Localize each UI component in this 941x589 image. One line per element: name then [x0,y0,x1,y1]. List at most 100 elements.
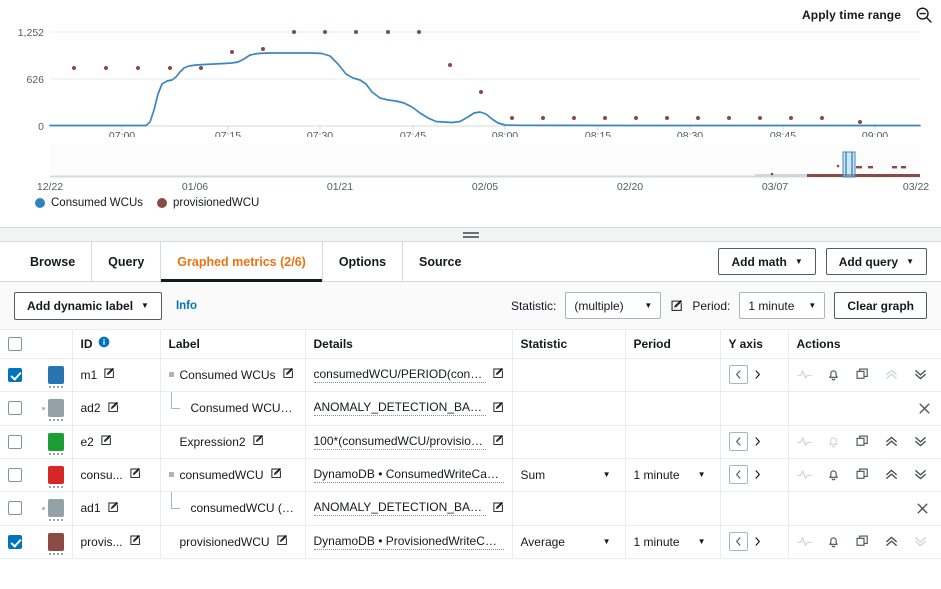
series-color-swatch[interactable] [48,466,64,484]
info-icon[interactable] [98,336,110,351]
info-link[interactable]: Info [176,300,197,312]
row-color-cell [34,425,72,458]
move-down-icon[interactable] [913,434,928,449]
alarm-icon[interactable] [826,467,841,482]
edit-id-icon[interactable] [129,534,141,549]
remove-icon[interactable] [915,501,930,516]
edit-details-icon[interactable] [492,367,504,382]
row-period-select[interactable]: 1 minute ▼ [634,535,712,549]
graph-icon[interactable] [797,467,812,482]
move-up-icon[interactable] [884,534,899,549]
edit-id-icon[interactable] [100,434,112,449]
row-details[interactable]: ANOMALY_DETECTION_BAND(... [314,500,486,516]
series-color-swatch[interactable] [48,533,64,551]
main-plot[interactable]: 1,252 626 0 07:00 07:15 07:30 07:45 08:0… [0,22,941,137]
tab-query[interactable]: Query [92,242,161,281]
y-axis-left-button[interactable] [729,465,748,484]
row-details[interactable]: consumedWCU/PERIOD(consu... [314,367,486,383]
y-axis-left-button[interactable] [729,365,748,384]
table-row[interactable]: ad2 Consumed WCUs ... [0,391,941,425]
clear-graph-button[interactable]: Clear graph [834,292,927,319]
row-details[interactable]: ANOMALY_DETECTION_BAND(... [314,400,486,416]
edit-details-icon[interactable] [492,434,504,449]
move-up-icon[interactable] [884,467,899,482]
duplicate-icon[interactable] [855,534,870,549]
move-up-icon[interactable] [884,367,899,382]
row-details[interactable]: DynamoDB • ProvisionedWriteCapacit [314,534,504,550]
series-color-swatch[interactable] [48,366,64,384]
add-math-button[interactable]: Add math ▼ [718,248,815,275]
edit-label-icon[interactable] [282,367,294,382]
move-up-icon[interactable] [884,434,899,449]
row-period-select[interactable]: 1 minute ▼ [634,468,712,482]
edit-details-icon[interactable] [492,501,504,516]
row-checkbox[interactable] [8,535,22,549]
edit-id-icon[interactable] [129,467,141,482]
edit-id-icon[interactable] [107,401,119,416]
y-axis-left-button[interactable] [729,432,748,451]
series-color-swatch[interactable] [48,433,64,451]
legend-item-consumed-wcus[interactable]: Consumed WCUs [35,197,143,209]
tree-parent-marker [169,472,174,477]
tab-browse[interactable]: Browse [14,242,92,281]
row-details[interactable]: 100*(consumedWCU/provision... [314,434,486,450]
add-query-button[interactable]: Add query ▼ [826,248,927,275]
y-axis-right-button[interactable] [748,532,767,551]
row-checkbox[interactable] [8,368,22,382]
row-statistic-select[interactable]: Sum ▼ [521,468,617,482]
series-color-swatch[interactable] [48,399,64,417]
edit-statistic-icon[interactable] [670,299,683,312]
row-checkbox[interactable] [8,401,22,415]
duplicate-icon[interactable] [855,434,870,449]
edit-id-icon[interactable] [103,367,115,382]
alarm-icon[interactable] [826,434,841,449]
y-axis-right-button[interactable] [748,432,767,451]
table-row[interactable]: consu... consumedWCU [0,458,941,491]
table-row[interactable]: ad1 consumedWCU (e... [0,491,941,525]
remove-icon[interactable] [917,401,932,416]
table-row[interactable]: m1 Consumed WCUs [0,358,941,391]
statistic-select[interactable]: (multiple) ▼ [565,292,661,319]
legend-label: provisionedWCU [173,197,259,209]
duplicate-icon[interactable] [855,467,870,482]
time-range-navigator[interactable]: 12/22 01/06 01/21 02/05 02/20 03/07 03/2… [0,145,941,193]
graph-panel: Apply time range 1,252 626 0 [0,0,941,228]
edit-details-icon[interactable] [492,401,504,416]
edit-label-icon[interactable] [276,534,288,549]
graph-icon[interactable] [797,367,812,382]
series-color-swatch[interactable] [48,499,64,517]
header-select-all [0,330,34,358]
alarm-icon[interactable] [826,534,841,549]
move-down-icon[interactable] [913,367,928,382]
period-select[interactable]: 1 minute ▼ [739,292,825,319]
duplicate-icon[interactable] [855,367,870,382]
select-all-checkbox[interactable] [8,337,22,351]
tab-source[interactable]: Source [403,242,477,281]
alarm-icon[interactable] [826,367,841,382]
row-statistic-select[interactable]: Average ▼ [521,535,617,549]
add-dynamic-label-button[interactable]: Add dynamic label ▼ [14,292,162,320]
row-checkbox[interactable] [8,468,22,482]
panel-resize-handle[interactable] [0,228,941,242]
row-checkbox[interactable] [8,501,22,515]
row-checkbox[interactable] [8,435,22,449]
legend-item-provisioned-wcu[interactable]: provisionedWCU [157,197,259,209]
tab-options[interactable]: Options [323,242,403,281]
move-down-icon[interactable] [913,467,928,482]
y-axis-right-button[interactable] [748,365,767,384]
graph-icon[interactable] [797,534,812,549]
tab-graphed-metrics[interactable]: Graphed metrics (2/6) [161,242,323,281]
apply-time-range-button[interactable]: Apply time range [802,8,901,22]
row-details[interactable]: DynamoDB • ConsumedWriteCapacity [314,467,504,483]
edit-label-icon[interactable] [252,434,264,449]
edit-label-icon[interactable] [270,467,282,482]
graph-icon[interactable] [797,434,812,449]
y-axis-left-button[interactable] [729,532,748,551]
edit-id-icon[interactable] [107,501,119,516]
y-axis-right-button[interactable] [748,465,767,484]
row-id-cell: ad2 [72,391,160,425]
table-row[interactable]: provis... provisionedWCU [0,525,941,558]
row-period-cell: 1 minute ▼ [625,525,720,558]
move-down-icon[interactable] [913,534,928,549]
table-row[interactable]: e2 Expression2 [0,425,941,458]
